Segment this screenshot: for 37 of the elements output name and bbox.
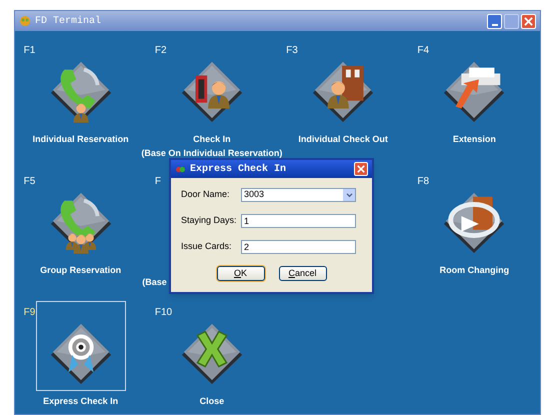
shortcut-key: F4 bbox=[417, 43, 430, 58]
dialog-button[interactable]: Cancel bbox=[278, 266, 326, 281]
tile-sublabel: (Base On Individual Reservation) bbox=[141, 146, 282, 160]
tile-label: Express Check In bbox=[43, 395, 118, 408]
tile-label: Extension bbox=[452, 133, 496, 146]
shortcut-key: F1 bbox=[24, 43, 36, 58]
target-arrows-icon[interactable] bbox=[36, 301, 126, 391]
shortcut-key: F5 bbox=[24, 174, 36, 189]
tile-label: Close bbox=[200, 395, 224, 408]
app-logo-icon bbox=[19, 15, 31, 27]
door-name-dropdown[interactable]: 3003 bbox=[241, 188, 356, 202]
close-button[interactable] bbox=[354, 162, 368, 176]
shortcut-key: F10 bbox=[154, 305, 172, 320]
window-title: FD Terminal bbox=[35, 14, 102, 28]
tile-sublabel: (Base bbox=[142, 276, 167, 289]
close-icon bbox=[357, 165, 365, 173]
close-button[interactable] bbox=[521, 14, 536, 28]
dialog-title: Express Check In bbox=[190, 162, 286, 176]
input-field[interactable]: 2 bbox=[241, 240, 356, 254]
tile-label: Check In bbox=[193, 133, 231, 146]
shortcut-key: F bbox=[154, 174, 161, 189]
tile-label: Group Reservation bbox=[40, 264, 122, 277]
shortcut-key: F2 bbox=[154, 43, 167, 58]
shortcut-key: F8 bbox=[417, 174, 430, 189]
close-icon bbox=[524, 16, 533, 26]
minimize-button[interactable] bbox=[487, 14, 502, 28]
shortcut-key: F3 bbox=[286, 43, 298, 58]
shortcut-key: F9 bbox=[24, 305, 36, 320]
tile-label: Room Changing bbox=[440, 264, 510, 277]
field-label: Staying Days: bbox=[181, 214, 238, 228]
field-label: Issue Cards: bbox=[181, 240, 233, 254]
input-field[interactable]: 1 bbox=[241, 214, 356, 228]
tile-label: Individual Check Out bbox=[298, 133, 388, 146]
dialog-logo-icon bbox=[175, 164, 186, 174]
field-label: Door Name: bbox=[181, 188, 231, 202]
dialog-button[interactable]: OK bbox=[216, 266, 264, 281]
tile-label: Individual Reservation bbox=[32, 133, 129, 146]
